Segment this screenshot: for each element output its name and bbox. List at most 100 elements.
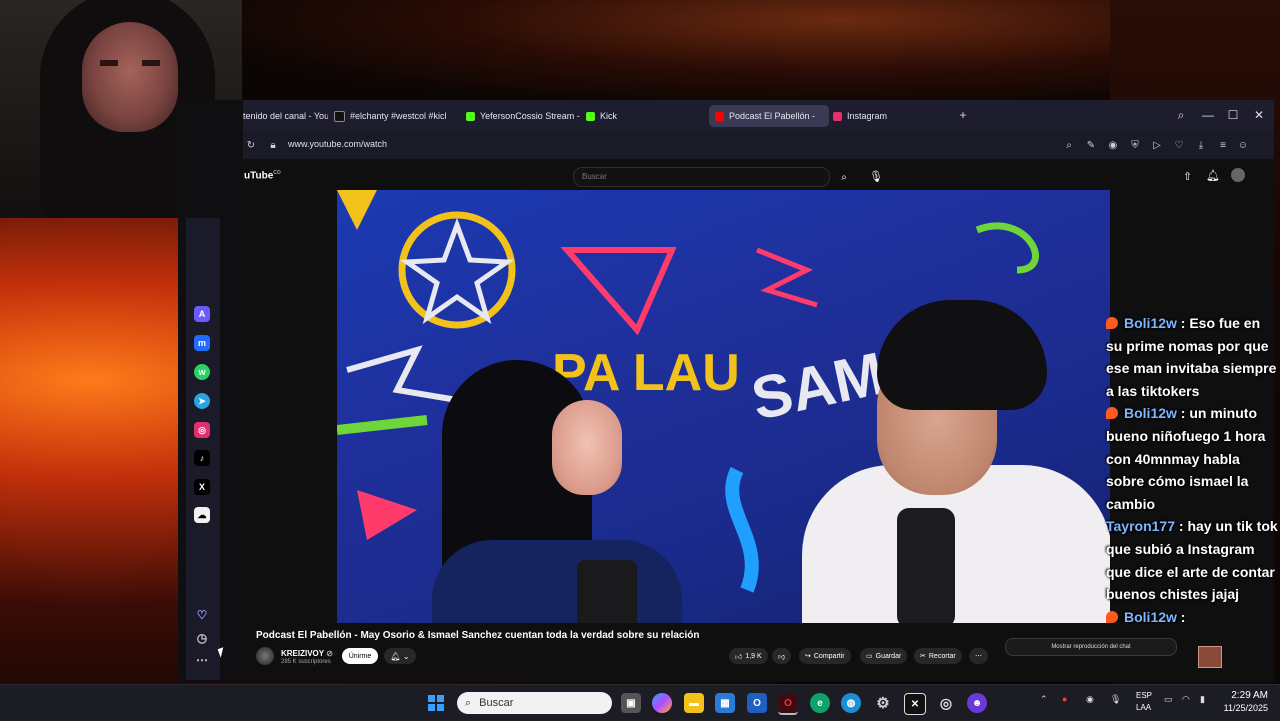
channel-avatar[interactable] — [256, 647, 274, 665]
capcut-icon[interactable]: ✕ — [904, 693, 926, 715]
share-button[interactable]: ↪ Compartir — [799, 648, 851, 664]
chat-message: Boli12w : un minuto bueno niñofuego 1 ho… — [1106, 402, 1278, 515]
tab-label: Kick — [600, 111, 618, 121]
instagram-icon[interactable]: ◎ — [194, 422, 210, 438]
lock-icon[interactable]: 🔒︎ — [267, 139, 279, 151]
new-tab-button[interactable]: + — [955, 107, 971, 123]
obs-icon[interactable]: ◎ — [936, 693, 956, 713]
youtube-search-input[interactable]: Buscar — [573, 167, 830, 187]
camera-icon[interactable]: ◉ — [1107, 139, 1119, 151]
microphone-right — [897, 508, 955, 623]
plus-icon: + — [959, 108, 967, 122]
profile-icon[interactable]: ☺ — [1237, 139, 1249, 151]
keyboard-layout[interactable]: LAA — [1136, 703, 1151, 712]
whatsapp-icon[interactable]: w — [194, 364, 210, 380]
maximize-button[interactable]: ☐ — [1225, 107, 1241, 123]
keyboard-language[interactable]: ESP — [1136, 691, 1152, 700]
browser-icon[interactable]: ◍ — [841, 693, 861, 713]
thumbs-down-icon: 👎︎ — [778, 653, 786, 661]
close-button[interactable]: ✕ — [1251, 107, 1267, 123]
menu-icon[interactable]: ≡ — [1217, 139, 1229, 151]
outlook-icon[interactable]: O — [747, 693, 767, 713]
upload-icon[interactable]: ⇧ — [1183, 170, 1192, 183]
reload-icon[interactable]: ↻ — [245, 139, 257, 151]
address-bar: ↻ 🔒︎ www.youtube.com/watch ⌕ ✎ ◉ ⛨ ▷ ♡ ⤓… — [243, 131, 1274, 159]
fire-icon — [1106, 610, 1118, 623]
clock-time[interactable]: 2:29 AM — [1228, 690, 1268, 701]
heart-icon[interactable]: ♡ — [1173, 139, 1185, 151]
dislike-button[interactable]: 👎︎ — [772, 648, 792, 664]
tab-bar: tenido del canal - You #elchanty #westco… — [243, 100, 1274, 131]
heart-icon[interactable]: ♡ — [194, 607, 210, 623]
tiktok-icon[interactable]: ♪ — [194, 450, 210, 466]
like-button[interactable]: 👍︎ 1,9 K — [729, 648, 768, 664]
play-icon[interactable]: ▷ — [1151, 139, 1163, 151]
tray-app-icon[interactable]: ● — [1062, 694, 1067, 704]
tab-tiktok[interactable]: #elchanty #westcol #kick — [334, 105, 446, 127]
tab-label: YefersonCossio Stream - V — [480, 111, 581, 121]
aria-icon[interactable]: A — [194, 306, 210, 322]
messenger-icon[interactable]: m — [194, 335, 210, 351]
tab-label: #elchanty #westcol #kick — [350, 111, 446, 121]
tab-kick[interactable]: Kick — [586, 105, 646, 127]
more-icon[interactable]: ⋯ — [194, 652, 210, 668]
tab-podcast-active[interactable]: Podcast El Pabellón - — [709, 105, 829, 127]
taskbar-search-placeholder: Buscar — [479, 697, 514, 709]
webcam-face — [82, 22, 178, 132]
save-button[interactable]: ▭ Guardar — [860, 648, 908, 664]
display-icon[interactable]: ▭ — [1164, 694, 1173, 705]
tab-yeferson-stream[interactable]: YefersonCossio Stream - V — [466, 105, 581, 127]
search-tabs-icon[interactable]: ⌕ — [1173, 107, 1189, 123]
tray-network-app-icon[interactable]: ◉ — [1086, 694, 1094, 705]
share-icon: ↪ — [805, 653, 811, 660]
join-button[interactable]: Únirme — [342, 648, 378, 664]
minimize-button[interactable]: — — [1200, 107, 1216, 123]
edge-icon[interactable]: e — [810, 693, 830, 713]
tab-instagram[interactable]: Instagram — [833, 105, 903, 127]
fire-icon — [1106, 317, 1118, 329]
wifi-icon[interactable]: ◠ — [1182, 694, 1190, 705]
like-count: 1,9 K — [745, 652, 762, 660]
download-icon[interactable]: ⤓ — [1195, 139, 1207, 151]
scissors-icon: ✂ — [920, 653, 926, 660]
youtube-logo[interactable]: uTubeCO — [244, 170, 281, 181]
clip-button[interactable]: ✂ Recortar — [914, 648, 962, 664]
tray-microphone-icon[interactable]: 🎙︎ — [1110, 694, 1121, 705]
battery-icon[interactable]: ▮ — [1200, 694, 1205, 705]
file-explorer-icon[interactable]: ▬ — [684, 693, 704, 713]
tab-label: Podcast El Pabellón - — [729, 111, 816, 121]
windows-start-icon[interactable] — [428, 695, 444, 711]
history-icon[interactable]: ◷ — [194, 630, 210, 646]
shield-icon[interactable]: ⛨ — [1129, 139, 1141, 151]
browser-sidebar: A m w ➤ ◎ ♪ X ☁ ♡ ◷ ⋯ — [186, 218, 220, 680]
video-player[interactable]: PA LAU SAMBO — [337, 190, 1110, 623]
tab-label: tenido del canal - You — [243, 111, 328, 121]
microphone-icon[interactable]: 🎙︎ — [869, 170, 883, 183]
url-field[interactable]: www.youtube.com/watch — [288, 139, 387, 149]
opera-gx-icon[interactable]: O — [778, 693, 798, 715]
channel-name[interactable]: KREIZIVOY ⊘ — [281, 649, 333, 658]
settings-gear-icon[interactable]: ⚙ — [873, 693, 893, 713]
store-icon[interactable]: ▦ — [715, 693, 735, 713]
more-actions-button[interactable]: ⋯ — [969, 648, 988, 664]
chat-message: Boli12w : — [1106, 606, 1278, 629]
edit-icon[interactable]: ✎ — [1085, 139, 1097, 151]
subscription-bell-button[interactable]: 🔔︎ ⌄ — [384, 648, 416, 664]
tab-youtube-channel[interactable]: tenido del canal - You — [243, 105, 328, 127]
avatar[interactable] — [1231, 168, 1245, 182]
webcam-eyes — [100, 60, 160, 66]
copilot-icon[interactable] — [652, 693, 672, 713]
x-icon[interactable]: X — [194, 479, 210, 495]
search-icon[interactable]: ⌕ — [1063, 139, 1075, 151]
search-button[interactable]: ⌕ — [829, 167, 859, 187]
discord-icon[interactable]: ☻ — [967, 693, 987, 713]
telegram-icon[interactable]: ➤ — [194, 393, 210, 409]
tiktok-icon — [334, 110, 345, 122]
notifications-bell-icon[interactable]: 🔔︎ — [1206, 169, 1220, 182]
tray-expand-icon[interactable]: ⌃ — [1040, 694, 1048, 705]
more-icon: ⋯ — [975, 653, 982, 660]
soundcloud-icon[interactable]: ☁ — [194, 507, 210, 523]
task-view-icon[interactable]: ▣ — [621, 693, 641, 713]
taskbar-search-input[interactable]: ⌕ Buscar — [457, 692, 612, 714]
clock-date[interactable]: 11/25/2025 — [1214, 703, 1268, 713]
